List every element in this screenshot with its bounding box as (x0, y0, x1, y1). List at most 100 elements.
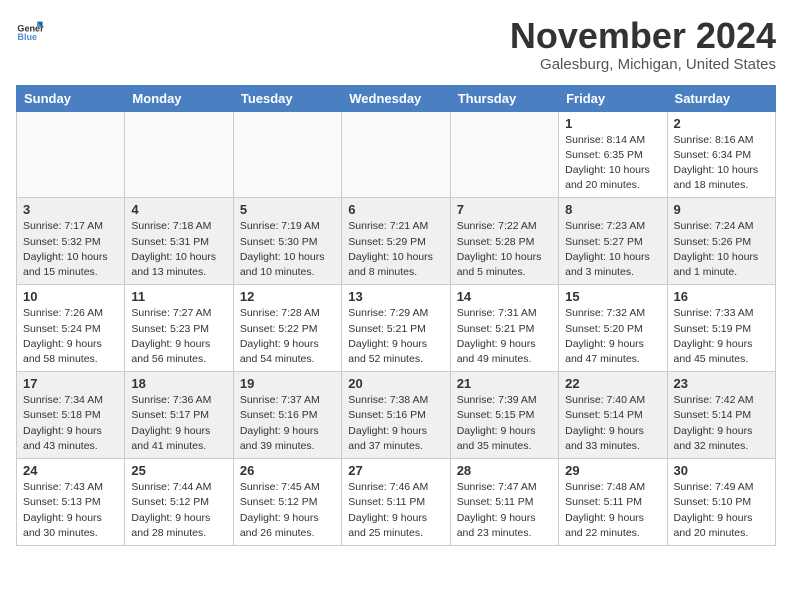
day-info: Sunrise: 7:43 AMSunset: 5:13 PMDaylight:… (23, 480, 118, 541)
day-number: 15 (565, 289, 660, 304)
day-number: 22 (565, 376, 660, 391)
day-number: 6 (348, 202, 443, 217)
day-info: Sunrise: 8:16 AMSunset: 6:34 PMDaylight:… (674, 133, 769, 194)
day-info: Sunrise: 7:19 AMSunset: 5:30 PMDaylight:… (240, 219, 335, 280)
svg-text:Blue: Blue (17, 32, 37, 42)
day-number: 17 (23, 376, 118, 391)
page-header: General Blue November 2024 Galesburg, Mi… (16, 16, 776, 73)
logo: General Blue (16, 16, 44, 44)
calendar-day-cell: 4 Sunrise: 7:18 AMSunset: 5:31 PMDaylight… (125, 198, 233, 285)
calendar-day-cell: 2 Sunrise: 8:16 AMSunset: 6:34 PMDaylight… (667, 111, 775, 198)
col-header-friday: Friday (559, 85, 667, 111)
day-info: Sunrise: 7:38 AMSunset: 5:16 PMDaylight:… (348, 393, 443, 454)
calendar-day-cell: 29 Sunrise: 7:48 AMSunset: 5:11 PMDayligh… (559, 459, 667, 546)
day-info: Sunrise: 7:26 AMSunset: 5:24 PMDaylight:… (23, 306, 118, 367)
calendar-day-cell: 5 Sunrise: 7:19 AMSunset: 5:30 PMDaylight… (233, 198, 341, 285)
day-info: Sunrise: 7:22 AMSunset: 5:28 PMDaylight:… (457, 219, 552, 280)
day-number: 26 (240, 463, 335, 478)
calendar-day-cell: 24 Sunrise: 7:43 AMSunset: 5:13 PMDayligh… (17, 459, 125, 546)
day-info: Sunrise: 7:32 AMSunset: 5:20 PMDaylight:… (565, 306, 660, 367)
day-info: Sunrise: 7:47 AMSunset: 5:11 PMDaylight:… (457, 480, 552, 541)
title-block: November 2024 Galesburg, Michigan, Unite… (510, 16, 776, 73)
calendar-day-cell: 27Sunrise: 7:46 AMSunset: 5:11 PMDayligh… (342, 459, 450, 546)
day-number: 9 (674, 202, 769, 217)
calendar-day-cell: 28Sunrise: 7:47 AMSunset: 5:11 PMDayligh… (450, 459, 558, 546)
calendar-day-cell: 6 Sunrise: 7:21 AMSunset: 5:29 PMDaylight… (342, 198, 450, 285)
day-info: Sunrise: 7:34 AMSunset: 5:18 PMDaylight:… (23, 393, 118, 454)
day-info: Sunrise: 7:28 AMSunset: 5:22 PMDaylight:… (240, 306, 335, 367)
day-number: 12 (240, 289, 335, 304)
calendar-day-cell: 10 Sunrise: 7:26 AMSunset: 5:24 PMDayligh… (17, 285, 125, 372)
day-number: 3 (23, 202, 118, 217)
day-number: 13 (348, 289, 443, 304)
month-title: November 2024 (510, 16, 776, 56)
calendar-week-row: 17 Sunrise: 7:34 AMSunset: 5:18 PMDayligh… (17, 372, 776, 459)
col-header-monday: Monday (125, 85, 233, 111)
day-number: 16 (674, 289, 769, 304)
day-number: 23 (674, 376, 769, 391)
day-number: 14 (457, 289, 552, 304)
calendar-day-cell (450, 111, 558, 198)
day-info: Sunrise: 7:29 AMSunset: 5:21 PMDaylight:… (348, 306, 443, 367)
day-number: 29 (565, 463, 660, 478)
day-info: Sunrise: 7:36 AMSunset: 5:17 PMDaylight:… (131, 393, 226, 454)
day-info: Sunrise: 7:48 AMSunset: 5:11 PMDaylight:… (565, 480, 660, 541)
calendar-day-cell: 16 Sunrise: 7:33 AMSunset: 5:19 PMDayligh… (667, 285, 775, 372)
day-number: 1 (565, 116, 660, 131)
col-header-thursday: Thursday (450, 85, 558, 111)
day-number: 5 (240, 202, 335, 217)
calendar-day-cell: 17 Sunrise: 7:34 AMSunset: 5:18 PMDayligh… (17, 372, 125, 459)
day-info: Sunrise: 7:17 AMSunset: 5:32 PMDaylight:… (23, 219, 118, 280)
day-info: Sunrise: 7:24 AMSunset: 5:26 PMDaylight:… (674, 219, 769, 280)
calendar-day-cell: 23 Sunrise: 7:42 AMSunset: 5:14 PMDayligh… (667, 372, 775, 459)
calendar-day-cell: 19 Sunrise: 7:37 AMSunset: 5:16 PMDayligh… (233, 372, 341, 459)
day-info: Sunrise: 7:45 AMSunset: 5:12 PMDaylight:… (240, 480, 335, 541)
calendar-day-cell: 18 Sunrise: 7:36 AMSunset: 5:17 PMDayligh… (125, 372, 233, 459)
day-info: Sunrise: 7:21 AMSunset: 5:29 PMDaylight:… (348, 219, 443, 280)
day-info: Sunrise: 7:40 AMSunset: 5:14 PMDaylight:… (565, 393, 660, 454)
day-info: Sunrise: 7:37 AMSunset: 5:16 PMDaylight:… (240, 393, 335, 454)
day-info: Sunrise: 7:23 AMSunset: 5:27 PMDaylight:… (565, 219, 660, 280)
calendar-table: SundayMondayTuesdayWednesdayThursdayFrid… (16, 85, 776, 546)
day-number: 24 (23, 463, 118, 478)
day-info: Sunrise: 7:27 AMSunset: 5:23 PMDaylight:… (131, 306, 226, 367)
day-number: 8 (565, 202, 660, 217)
calendar-day-cell: 1 Sunrise: 8:14 AMSunset: 6:35 PMDaylight… (559, 111, 667, 198)
calendar-day-cell: 25 Sunrise: 7:44 AMSunset: 5:12 PMDayligh… (125, 459, 233, 546)
location: Galesburg, Michigan, United States (510, 56, 776, 73)
calendar-day-cell: 22 Sunrise: 7:40 AMSunset: 5:14 PMDayligh… (559, 372, 667, 459)
calendar-day-cell: 3 Sunrise: 7:17 AMSunset: 5:32 PMDaylight… (17, 198, 125, 285)
calendar-week-row: 1 Sunrise: 8:14 AMSunset: 6:35 PMDaylight… (17, 111, 776, 198)
day-info: Sunrise: 7:33 AMSunset: 5:19 PMDaylight:… (674, 306, 769, 367)
calendar-day-cell: 13 Sunrise: 7:29 AMSunset: 5:21 PMDayligh… (342, 285, 450, 372)
day-number: 7 (457, 202, 552, 217)
day-number: 10 (23, 289, 118, 304)
day-info: Sunrise: 7:44 AMSunset: 5:12 PMDaylight:… (131, 480, 226, 541)
day-number: 19 (240, 376, 335, 391)
calendar-day-cell: 12 Sunrise: 7:28 AMSunset: 5:22 PMDayligh… (233, 285, 341, 372)
day-number: 2 (674, 116, 769, 131)
calendar-day-cell: 26 Sunrise: 7:45 AMSunset: 5:12 PMDayligh… (233, 459, 341, 546)
calendar-day-cell (233, 111, 341, 198)
day-number: 4 (131, 202, 226, 217)
day-info: Sunrise: 8:14 AMSunset: 6:35 PMDaylight:… (565, 133, 660, 194)
col-header-saturday: Saturday (667, 85, 775, 111)
day-number: 21 (457, 376, 552, 391)
col-header-tuesday: Tuesday (233, 85, 341, 111)
day-number: 25 (131, 463, 226, 478)
calendar-day-cell: 8 Sunrise: 7:23 AMSunset: 5:27 PMDaylight… (559, 198, 667, 285)
calendar-day-cell: 14Sunrise: 7:31 AMSunset: 5:21 PMDayligh… (450, 285, 558, 372)
day-number: 30 (674, 463, 769, 478)
day-number: 18 (131, 376, 226, 391)
day-number: 20 (348, 376, 443, 391)
calendar-day-cell: 15 Sunrise: 7:32 AMSunset: 5:20 PMDayligh… (559, 285, 667, 372)
day-info: Sunrise: 7:42 AMSunset: 5:14 PMDaylight:… (674, 393, 769, 454)
calendar-day-cell (17, 111, 125, 198)
calendar-day-cell: 20 Sunrise: 7:38 AMSunset: 5:16 PMDayligh… (342, 372, 450, 459)
col-header-wednesday: Wednesday (342, 85, 450, 111)
calendar-week-row: 10 Sunrise: 7:26 AMSunset: 5:24 PMDayligh… (17, 285, 776, 372)
day-info: Sunrise: 7:49 AMSunset: 5:10 PMDaylight:… (674, 480, 769, 541)
logo-icon: General Blue (16, 16, 44, 44)
col-header-sunday: Sunday (17, 85, 125, 111)
day-info: Sunrise: 7:18 AMSunset: 5:31 PMDaylight:… (131, 219, 226, 280)
